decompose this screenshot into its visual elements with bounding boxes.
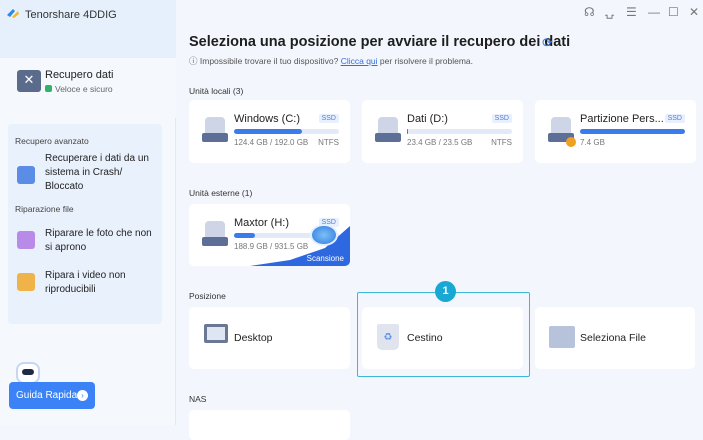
recovery-subtitle-text: Veloce e sicuro: [55, 84, 113, 94]
drive-size: 23.4 GB / 23.5 GB: [407, 138, 473, 147]
tools-drive-icon: ✕: [17, 70, 41, 92]
assistant-robot-icon: [16, 362, 40, 384]
app-title: Tenorshare 4DDIG: [25, 9, 117, 21]
hard-drive-icon: [548, 117, 576, 147]
page-title: Seleziona una posizione per avviare il r…: [189, 34, 571, 50]
drive-type-badge: SSD: [491, 114, 512, 123]
maximize-icon[interactable]: ☐: [668, 5, 679, 19]
hint-prefix: Impossibile trovare il tuo dispositivo?: [199, 56, 339, 66]
minimize-icon[interactable]: —: [648, 5, 660, 19]
recovery-subtitle: Veloce e sicuro: [45, 84, 113, 94]
drive-card[interactable]: Windows (C:) SSD 124.4 GB / 192.0 GB NTF…: [189, 100, 350, 163]
hard-drive-icon: [375, 117, 401, 145]
close-icon[interactable]: ✕: [689, 5, 699, 19]
drive-filesystem: NTFS: [318, 138, 339, 147]
drive-usage-bar: [580, 129, 685, 134]
warning-icon: [566, 137, 576, 147]
drive-size: 124.4 GB / 192.0 GB: [234, 138, 309, 147]
recovery-title: Recupero dati: [45, 69, 114, 81]
drive-type-badge: SSD: [318, 114, 339, 123]
drive-name: Dati (D:): [407, 113, 448, 125]
drive-type-badge: SSD: [664, 114, 685, 123]
quick-guide-button[interactable]: Guida Rapida ›: [9, 382, 95, 409]
usb-drive-icon: [202, 221, 228, 249]
shield-check-icon: [45, 85, 52, 92]
repair-heading: Riparazione file: [15, 204, 74, 214]
menu-icon[interactable]: ☰: [626, 5, 637, 19]
selection-highlight: [357, 292, 530, 377]
nas-card[interactable]: [189, 410, 350, 440]
quick-guide-label: Guida Rapida: [16, 390, 78, 401]
drive-card[interactable]: Partizione Pers... SSD 7.4 GB: [535, 100, 696, 163]
drive-name: Windows (C:): [234, 113, 301, 125]
refresh-icon[interactable]: ⟳: [542, 35, 553, 51]
nas-heading: NAS: [189, 394, 207, 404]
arrow-right-icon: ›: [77, 390, 88, 401]
drive-name: Maxtor (H:): [234, 217, 289, 229]
drive-usage-bar: [234, 129, 339, 134]
app-logo-icon: [7, 9, 19, 18]
scan-label: Scansione: [306, 254, 344, 263]
position-label: Seleziona File: [580, 332, 646, 344]
hint-suffix: per risolvere il problema.: [379, 56, 473, 66]
advanced-panel: Recupero avanzato Recuperare i dati da u…: [8, 124, 162, 324]
position-heading: Posizione: [189, 291, 226, 301]
sidebar-item-crash-recovery[interactable]: Recuperare i dati da un sistema in Crash…: [45, 152, 157, 194]
position-select-file[interactable]: Seleziona File: [535, 307, 695, 369]
sidebar: Tenorshare 4DDIG ✕ Recupero dati Veloce …: [0, 0, 176, 425]
position-desktop[interactable]: Desktop: [189, 307, 350, 369]
monitor-icon: [204, 324, 228, 343]
sidebar-item-video-repair[interactable]: Ripara i video non riproducibili: [45, 269, 157, 297]
video-repair-icon: [17, 273, 35, 291]
click-here-link[interactable]: Clicca qui: [341, 56, 378, 66]
hard-drive-icon: [202, 117, 228, 145]
step-badge: 1: [435, 281, 456, 302]
external-drives-heading: Unità esterne (1): [189, 188, 253, 198]
photo-repair-icon: [17, 231, 35, 249]
system-crash-icon: [17, 166, 35, 184]
drive-card-maxtor[interactable]: Maxtor (H:) SSD 188.9 GB / 931.5 GB Scan…: [189, 204, 350, 266]
headset-icon[interactable]: ☊: [584, 5, 595, 19]
drive-filesystem: NTFS: [491, 138, 512, 147]
help-icon: ⓘ: [189, 56, 200, 66]
drive-size: 188.9 GB / 931.5 GB: [234, 242, 309, 251]
advanced-heading: Recupero avanzato: [15, 136, 89, 146]
drive-size: 7.4 GB: [580, 138, 605, 147]
local-drives-heading: Unità locali (3): [189, 86, 244, 96]
scan-disc-icon: [310, 224, 338, 246]
drive-usage-bar: [407, 129, 512, 134]
feedback-icon[interactable]: ⍽: [605, 5, 614, 19]
position-label: Desktop: [234, 332, 273, 344]
help-hint: ⓘ Impossibile trovare il tuo dispositivo…: [189, 55, 473, 67]
drive-name: Partizione Pers...: [580, 113, 664, 125]
folder-icon: [549, 326, 575, 348]
drive-card[interactable]: Dati (D:) SSD 23.4 GB / 23.5 GB NTFS: [362, 100, 523, 163]
sidebar-item-photo-repair[interactable]: Riparare le foto che non si aprono: [45, 227, 157, 255]
